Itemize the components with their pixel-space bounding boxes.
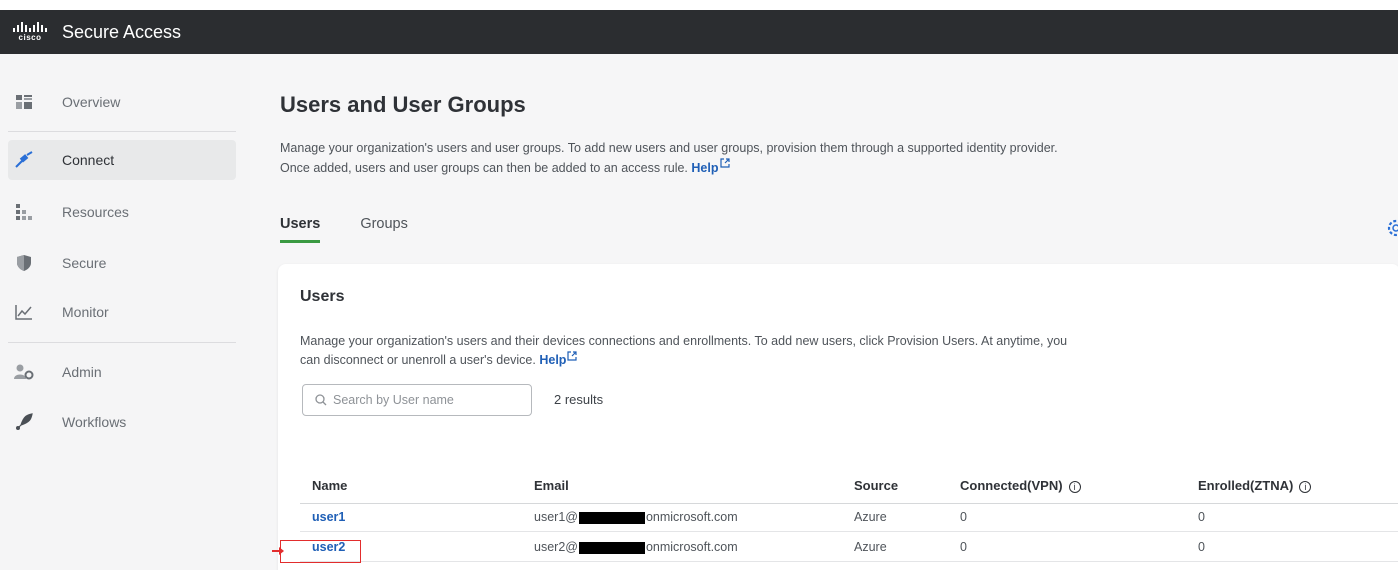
connect-icon — [14, 150, 34, 170]
page-desc-line2: Once added, users and user groups can th… — [280, 161, 688, 175]
user-name-link[interactable]: user1 — [312, 510, 345, 524]
external-link-icon — [719, 158, 730, 168]
user-source: Azure — [854, 510, 887, 524]
card-help-link[interactable]: Help — [539, 351, 578, 367]
external-link-icon — [567, 351, 578, 361]
shield-icon — [14, 253, 34, 273]
users-card: Users Manage your organization's users a… — [278, 264, 1398, 570]
table-header: Name Email Source Connected(VPN) i Enroll… — [300, 470, 1398, 504]
table-row: user2 user2@ onmicrosoft.com Azure 0 0 — [300, 534, 1398, 562]
logo-bars — [13, 22, 47, 32]
email-suffix: onmicrosoft.com — [645, 510, 738, 524]
admin-icon — [14, 362, 34, 382]
search-placeholder: Search by User name — [333, 393, 454, 407]
column-header-connected[interactable]: Connected(VPN) i — [960, 478, 1081, 493]
email-prefix: user2@ — [534, 540, 578, 554]
tab-groups[interactable]: Groups — [360, 216, 408, 243]
top-bar: cisco Secure Access — [0, 10, 1398, 54]
results-count: 2 results — [554, 392, 604, 407]
card-desc-line2-wrap: can disconnect or unenroll a user's devi… — [300, 351, 1200, 370]
sidebar-item-admin[interactable]: Admin — [8, 352, 236, 392]
sidebar-item-connect[interactable]: Connect — [8, 140, 236, 180]
user-enrolled: 0 — [1198, 510, 1205, 524]
sidebar-item-label: Secure — [62, 255, 107, 271]
sidebar-item-secure[interactable]: Secure — [8, 243, 236, 283]
sidebar-divider — [8, 342, 236, 343]
gear-icon[interactable] — [1386, 218, 1398, 238]
page-desc-line2-wrap: Once added, users and user groups can th… — [280, 158, 1240, 178]
sidebar-item-label: Overview — [62, 94, 121, 110]
column-header-label: Enrolled(ZTNA) — [1198, 478, 1294, 493]
page-desc-line1: Manage your organization's users and use… — [280, 141, 1058, 155]
overview-icon — [14, 92, 34, 112]
card-desc-line2: can disconnect or unenroll a user's devi… — [300, 353, 536, 367]
sidebar-divider — [8, 131, 236, 132]
sidebar: Overview Connect Resources Secure Monito… — [0, 54, 250, 570]
card-desc-line1: Manage your organization's users and the… — [300, 334, 1068, 348]
page-description: Manage your organization's users and use… — [280, 138, 1240, 178]
column-header-name[interactable]: Name — [312, 478, 347, 493]
help-link[interactable]: Help — [691, 158, 730, 175]
sidebar-item-label: Resources — [62, 204, 129, 220]
user-email: user1@ onmicrosoft.com — [534, 510, 738, 524]
column-header-label: Connected(VPN) — [960, 478, 1063, 493]
tab-bar: Users Groups — [280, 216, 448, 243]
card-description: Manage your organization's users and the… — [300, 332, 1200, 370]
sidebar-item-overview[interactable]: Overview — [8, 82, 236, 122]
user-connected: 0 — [960, 510, 967, 524]
sidebar-item-label: Workflows — [62, 414, 127, 430]
resources-icon — [14, 202, 34, 222]
chart-icon — [14, 302, 34, 322]
sidebar-item-label: Connect — [62, 152, 115, 168]
highlight-box — [280, 540, 361, 563]
workflows-icon — [14, 412, 34, 432]
card-title: Users — [300, 288, 345, 305]
help-link-label: Help — [539, 353, 567, 367]
sidebar-item-label: Monitor — [62, 304, 109, 320]
info-icon[interactable]: i — [1299, 480, 1312, 493]
email-prefix: user1@ — [534, 510, 578, 524]
sidebar-item-monitor[interactable]: Monitor — [8, 292, 236, 332]
arrow-right-icon — [272, 547, 284, 555]
redaction-block — [578, 541, 645, 554]
main-content: Users and User Groups Manage your organi… — [250, 54, 1398, 570]
column-header-source[interactable]: Source — [854, 478, 898, 493]
cisco-logo[interactable]: cisco — [8, 22, 52, 42]
tab-users[interactable]: Users — [280, 216, 321, 243]
help-link-label: Help — [691, 161, 719, 175]
sidebar-item-workflows[interactable]: Workflows — [8, 402, 236, 442]
app-title: Secure Access — [62, 21, 182, 42]
user-connected: 0 — [960, 540, 967, 554]
logo-word: cisco — [18, 33, 42, 42]
sidebar-item-resources[interactable]: Resources — [8, 192, 236, 232]
email-suffix: onmicrosoft.com — [645, 540, 738, 554]
column-header-enrolled[interactable]: Enrolled(ZTNA) i — [1198, 478, 1312, 493]
user-email: user2@ onmicrosoft.com — [534, 540, 738, 554]
page-title: Users and User Groups — [280, 92, 526, 117]
search-input[interactable]: Search by User name — [302, 384, 532, 416]
info-icon[interactable]: i — [1068, 480, 1081, 493]
column-header-email[interactable]: Email — [534, 478, 569, 493]
search-icon — [315, 394, 327, 406]
user-source: Azure — [854, 540, 887, 554]
redaction-block — [578, 511, 645, 524]
sidebar-item-label: Admin — [62, 364, 102, 380]
user-enrolled: 0 — [1198, 540, 1205, 554]
table-row: user1 user1@ onmicrosoft.com Azure 0 0 — [300, 504, 1398, 532]
